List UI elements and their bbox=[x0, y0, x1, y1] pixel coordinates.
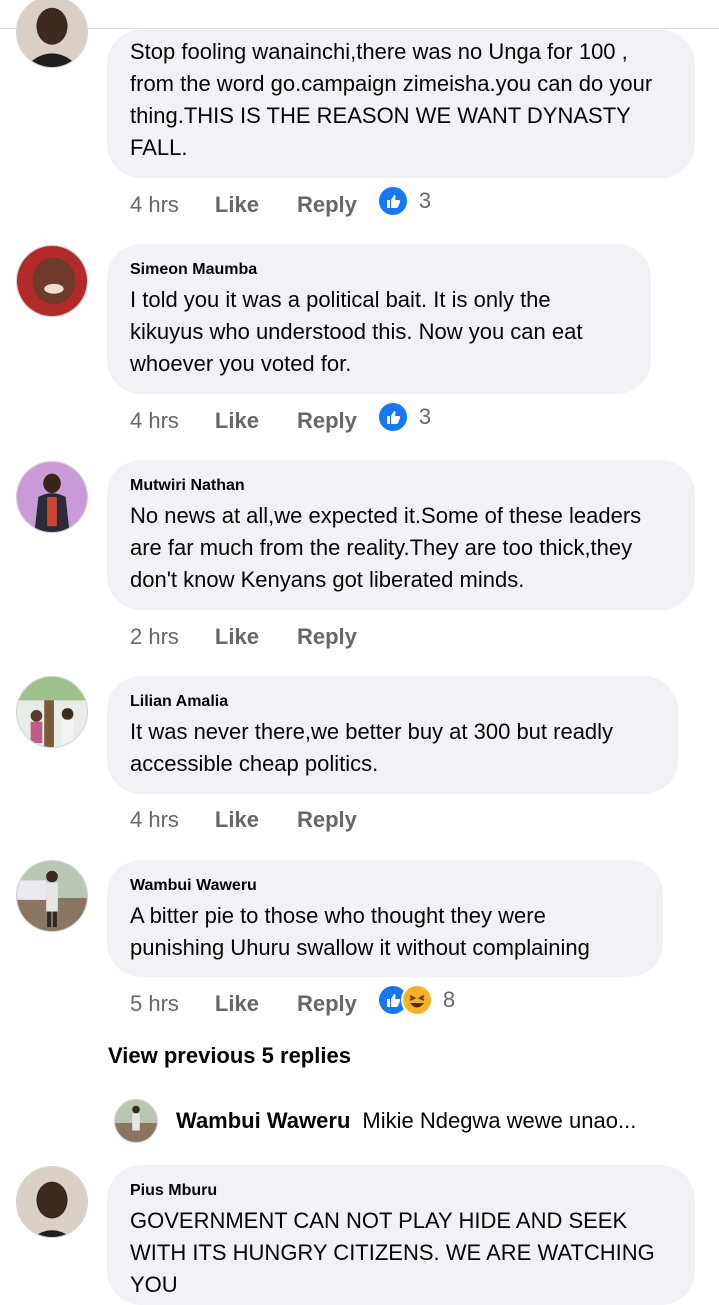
reply-snippet: Mikie Ndegwa wewe unao... bbox=[362, 1108, 637, 1133]
comment-bubble: Mutwiri Nathan No news at all,we expecte… bbox=[107, 460, 695, 610]
like-button[interactable]: Like bbox=[215, 192, 259, 218]
comment-actions: 4 hrs Like Reply bbox=[130, 805, 395, 835]
comment-text: It was never there,we better buy at 300 … bbox=[130, 719, 614, 776]
view-previous-replies-link[interactable]: View previous 5 replies bbox=[108, 1043, 351, 1069]
avatar[interactable] bbox=[16, 245, 88, 317]
comment-author[interactable]: Lilian Amalia bbox=[130, 692, 654, 712]
reaction-summary[interactable]: 3 bbox=[376, 185, 432, 217]
comment-time[interactable]: 4 hrs bbox=[130, 408, 179, 434]
avatar[interactable] bbox=[16, 860, 88, 932]
reaction-summary[interactable]: 3 bbox=[376, 401, 432, 433]
comment-actions: 5 hrs Like Reply 8 bbox=[130, 984, 455, 1019]
reply-author[interactable]: Wambui Waweru bbox=[176, 1108, 350, 1134]
like-button[interactable]: Like bbox=[215, 624, 259, 650]
reply-button[interactable]: Reply bbox=[297, 807, 357, 833]
comment-text: I told you it was a political bait. It i… bbox=[130, 287, 583, 376]
comment-author[interactable]: Wambui Waweru bbox=[130, 876, 639, 896]
comment-bubble: Simeon Maumba I told you it was a politi… bbox=[107, 244, 651, 394]
top-divider bbox=[0, 0, 719, 29]
like-button[interactable]: Like bbox=[215, 991, 259, 1017]
comment-text: A bitter pie to those who thought they w… bbox=[130, 903, 590, 960]
like-button[interactable]: Like bbox=[215, 807, 259, 833]
comment-actions: 4 hrs Like Reply 3 bbox=[130, 401, 431, 436]
comment-actions: 4 hrs Like Reply 3 bbox=[130, 185, 431, 220]
reply-button[interactable]: Reply bbox=[297, 624, 357, 650]
avatar[interactable] bbox=[16, 1166, 88, 1238]
thumbs-up-icon bbox=[376, 401, 409, 433]
reaction-count: 8 bbox=[442, 987, 456, 1012]
comment-text: Stop fooling wanainchi,there was no Unga… bbox=[130, 39, 653, 160]
avatar[interactable] bbox=[16, 461, 88, 533]
reaction-count: 3 bbox=[418, 188, 432, 213]
comment-time[interactable]: 2 hrs bbox=[130, 624, 179, 650]
comment-bubble: Stop fooling wanainchi,there was no Unga… bbox=[107, 30, 695, 178]
comment-time[interactable]: 4 hrs bbox=[130, 192, 179, 218]
comment-author[interactable]: Simeon Maumba bbox=[130, 260, 627, 280]
avatar[interactable] bbox=[16, 676, 88, 748]
avatar[interactable] bbox=[114, 1099, 158, 1143]
haha-icon bbox=[400, 984, 433, 1016]
reaction-summary[interactable]: 8 bbox=[376, 984, 456, 1016]
comment-bubble: Lilian Amalia It was never there,we bett… bbox=[107, 676, 678, 794]
comment-time[interactable]: 4 hrs bbox=[130, 807, 179, 833]
comment-bubble: Pius Mburu GOVERNMENT CAN NOT PLAY HIDE … bbox=[107, 1165, 695, 1305]
reply-button[interactable]: Reply bbox=[297, 991, 357, 1017]
reply-button[interactable]: Reply bbox=[297, 408, 357, 434]
reply-preview[interactable]: Wambui Waweru Mikie Ndegwa wewe unao... bbox=[114, 1098, 636, 1144]
like-button[interactable]: Like bbox=[215, 408, 259, 434]
comment-author[interactable]: Pius Mburu bbox=[130, 1181, 671, 1201]
comment-author[interactable]: Mutwiri Nathan bbox=[130, 476, 671, 496]
comment-text: No news at all,we expected it.Some of th… bbox=[130, 503, 642, 592]
reaction-count: 3 bbox=[418, 404, 432, 429]
reply-button[interactable]: Reply bbox=[297, 192, 357, 218]
avatar[interactable] bbox=[16, 0, 88, 68]
comment-bubble: Wambui Waweru A bitter pie to those who … bbox=[107, 860, 663, 977]
comment-text: GOVERNMENT CAN NOT PLAY HIDE AND SEEK WI… bbox=[130, 1208, 655, 1297]
thumbs-up-icon bbox=[376, 185, 409, 217]
comment-actions: 2 hrs Like Reply bbox=[130, 622, 395, 652]
comment-time[interactable]: 5 hrs bbox=[130, 991, 179, 1017]
